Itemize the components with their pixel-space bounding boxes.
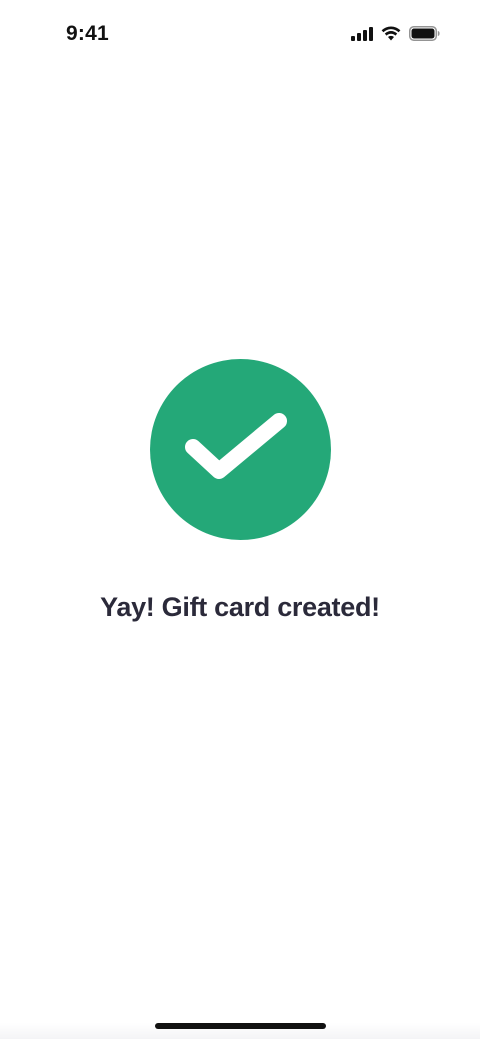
success-circle — [149, 359, 331, 540]
battery-icon — [409, 26, 440, 41]
status-time: 9:41 — [66, 22, 109, 45]
home-indicator[interactable] — [155, 1023, 326, 1029]
wifi-icon — [381, 26, 401, 41]
status-bar: 9:41 — [0, 0, 480, 72]
checkmark-icon — [185, 407, 295, 492]
cellular-signal-icon — [351, 26, 373, 41]
status-icons — [351, 26, 440, 41]
success-title: Yay! Gift card created! — [100, 592, 380, 622]
success-graphic — [0, 359, 480, 540]
